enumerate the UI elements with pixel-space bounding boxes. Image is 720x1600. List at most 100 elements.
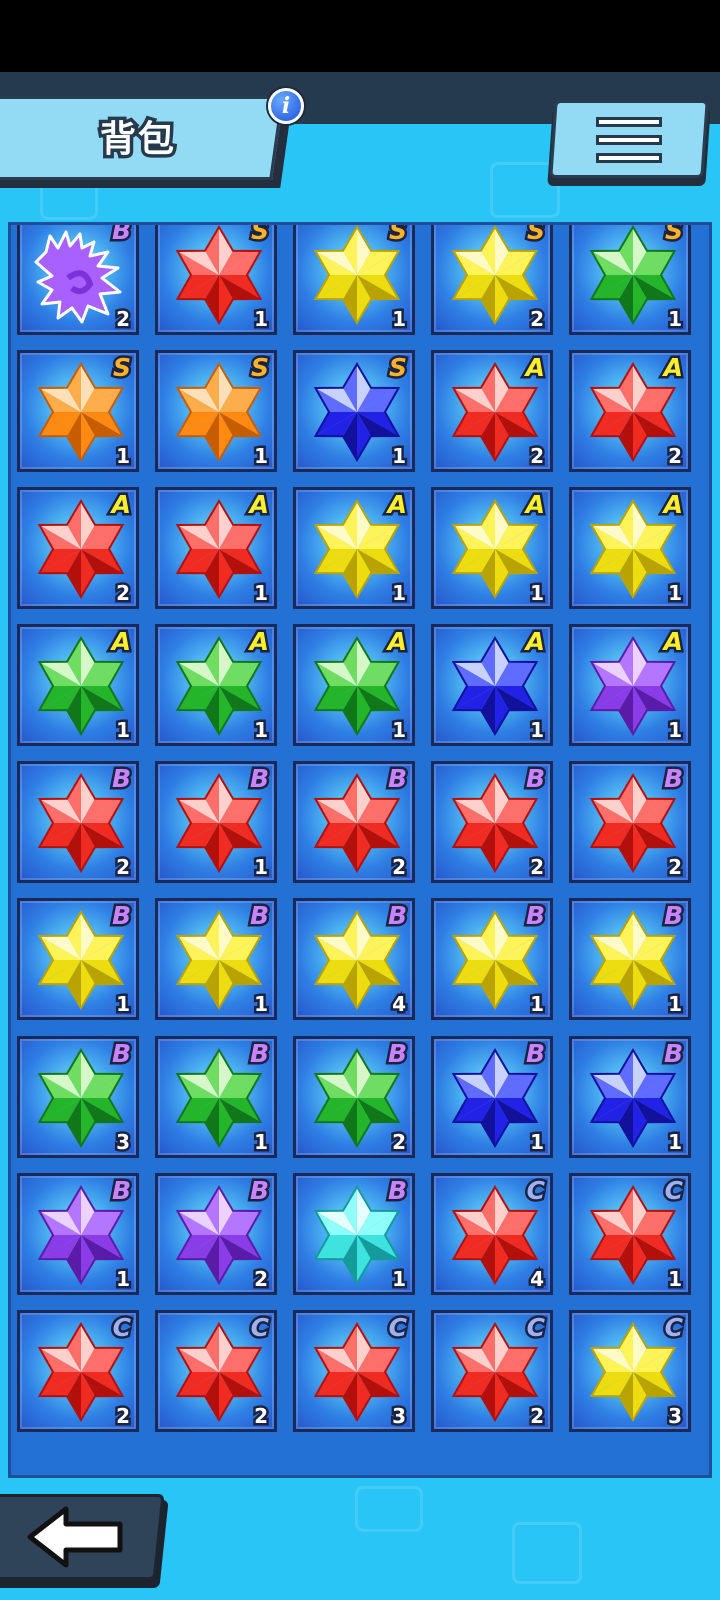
inventory-slot[interactable]: B1 — [17, 1173, 139, 1295]
info-button[interactable]: i — [268, 88, 304, 124]
inventory-slot[interactable]: B2 — [293, 1036, 415, 1158]
inventory-slot[interactable]: C3 — [293, 1310, 415, 1432]
inventory-slot[interactable]: B1 — [293, 1173, 415, 1295]
inventory-slot[interactable]: A2 — [569, 350, 691, 472]
item-count: 1 — [390, 442, 409, 471]
info-icon: i — [281, 93, 291, 119]
rank-badge: B — [109, 1174, 133, 1208]
inventory-slot[interactable]: B2 — [293, 761, 415, 883]
rank-badge: A — [385, 625, 409, 659]
item-count: 1 — [252, 1128, 271, 1157]
inventory-slot[interactable]: B1 — [569, 1036, 691, 1158]
rank-badge: S — [248, 222, 271, 248]
inventory-slot[interactable]: C2 — [431, 1310, 553, 1432]
inventory-slot[interactable]: A1 — [431, 624, 553, 746]
inventory-slot[interactable]: B2 — [17, 222, 139, 335]
rank-badge: S — [110, 351, 133, 385]
item-count: 1 — [666, 716, 685, 745]
inventory-slot[interactable]: B4 — [293, 898, 415, 1020]
item-count: 1 — [528, 1128, 547, 1157]
item-count: 1 — [390, 1265, 409, 1294]
title-banner: 背包 — [0, 96, 292, 188]
inventory-slot[interactable]: A2 — [431, 350, 553, 472]
inventory-slot[interactable]: B3 — [17, 1036, 139, 1158]
inventory-slot[interactable]: A1 — [17, 624, 139, 746]
rank-badge: A — [661, 625, 685, 659]
rank-badge: B — [109, 899, 133, 933]
inventory-slot[interactable]: S1 — [17, 350, 139, 472]
inventory-slot[interactable]: C4 — [431, 1173, 553, 1295]
item-count: 4 — [528, 1265, 547, 1294]
background-decoration — [512, 1522, 582, 1584]
item-count: 2 — [528, 1402, 547, 1431]
hamburger-menu-icon — [596, 117, 662, 163]
inventory-grid: B2S1S1S2S1S1S1S1A2A2A2A1A1A1A1A1A1A1A1A1… — [8, 222, 712, 1478]
inventory-slot[interactable]: A1 — [293, 624, 415, 746]
inventory-slot[interactable]: C3 — [569, 1310, 691, 1432]
item-count: 2 — [114, 579, 133, 608]
inventory-slot[interactable]: C2 — [17, 1310, 139, 1432]
item-count: 2 — [528, 305, 547, 334]
item-count: 1 — [114, 716, 133, 745]
rank-badge: A — [661, 351, 685, 385]
item-count: 1 — [666, 1265, 685, 1294]
rank-badge: C — [662, 1311, 685, 1345]
inventory-slot[interactable]: S1 — [293, 350, 415, 472]
inventory-slot[interactable]: A2 — [17, 487, 139, 609]
inventory-slot[interactable]: B1 — [431, 1036, 553, 1158]
rank-badge: B — [385, 762, 409, 796]
inventory-slot[interactable]: A1 — [155, 487, 277, 609]
rank-badge: A — [523, 625, 547, 659]
inventory-slot[interactable]: B1 — [155, 761, 277, 883]
rank-badge: S — [386, 222, 409, 248]
rank-badge: C — [662, 1174, 685, 1208]
rank-badge: S — [248, 351, 271, 385]
inventory-slot[interactable]: B1 — [569, 898, 691, 1020]
inventory-slot[interactable]: B2 — [155, 1173, 277, 1295]
rank-badge: B — [109, 762, 133, 796]
item-count: 1 — [252, 716, 271, 745]
item-count: 2 — [666, 853, 685, 882]
rank-badge: B — [661, 762, 685, 796]
inventory-slot[interactable]: C1 — [569, 1173, 691, 1295]
item-count: 3 — [114, 1128, 133, 1157]
item-count: 2 — [390, 1128, 409, 1157]
rank-badge: S — [662, 222, 685, 248]
rank-badge: A — [109, 488, 133, 522]
inventory-slot[interactable]: C2 — [155, 1310, 277, 1432]
item-count: 1 — [666, 1128, 685, 1157]
background-decoration — [355, 1486, 423, 1532]
inventory-slot[interactable]: A1 — [569, 487, 691, 609]
back-arrow-icon — [27, 1506, 123, 1568]
menu-button[interactable] — [547, 100, 711, 186]
inventory-slot[interactable]: B2 — [569, 761, 691, 883]
rank-badge: B — [109, 222, 133, 248]
inventory-slot[interactable]: B1 — [155, 898, 277, 1020]
inventory-slot[interactable]: S1 — [569, 222, 691, 335]
rank-badge: S — [524, 222, 547, 248]
inventory-slot[interactable]: B2 — [431, 761, 553, 883]
rank-badge: B — [385, 899, 409, 933]
rank-badge: C — [524, 1174, 547, 1208]
item-count: 1 — [666, 990, 685, 1019]
inventory-slot[interactable]: A1 — [155, 624, 277, 746]
inventory-slot[interactable]: S1 — [155, 222, 277, 335]
inventory-slot[interactable]: S1 — [293, 222, 415, 335]
inventory-slot[interactable]: B1 — [431, 898, 553, 1020]
item-count: 1 — [252, 579, 271, 608]
inventory-slot[interactable]: S2 — [431, 222, 553, 335]
inventory-slot[interactable]: A1 — [431, 487, 553, 609]
item-count: 2 — [114, 1402, 133, 1431]
rank-badge: A — [247, 488, 271, 522]
rank-badge: B — [109, 1037, 133, 1071]
rank-badge: C — [110, 1311, 133, 1345]
inventory-slot[interactable]: B1 — [155, 1036, 277, 1158]
inventory-slot[interactable]: A1 — [293, 487, 415, 609]
rank-badge: B — [523, 1037, 547, 1071]
inventory-slot[interactable]: A1 — [569, 624, 691, 746]
inventory-slot[interactable]: B2 — [17, 761, 139, 883]
inventory-slot[interactable]: B1 — [17, 898, 139, 1020]
rank-badge: B — [523, 762, 547, 796]
inventory-slot[interactable]: S1 — [155, 350, 277, 472]
back-button[interactable] — [0, 1494, 169, 1588]
